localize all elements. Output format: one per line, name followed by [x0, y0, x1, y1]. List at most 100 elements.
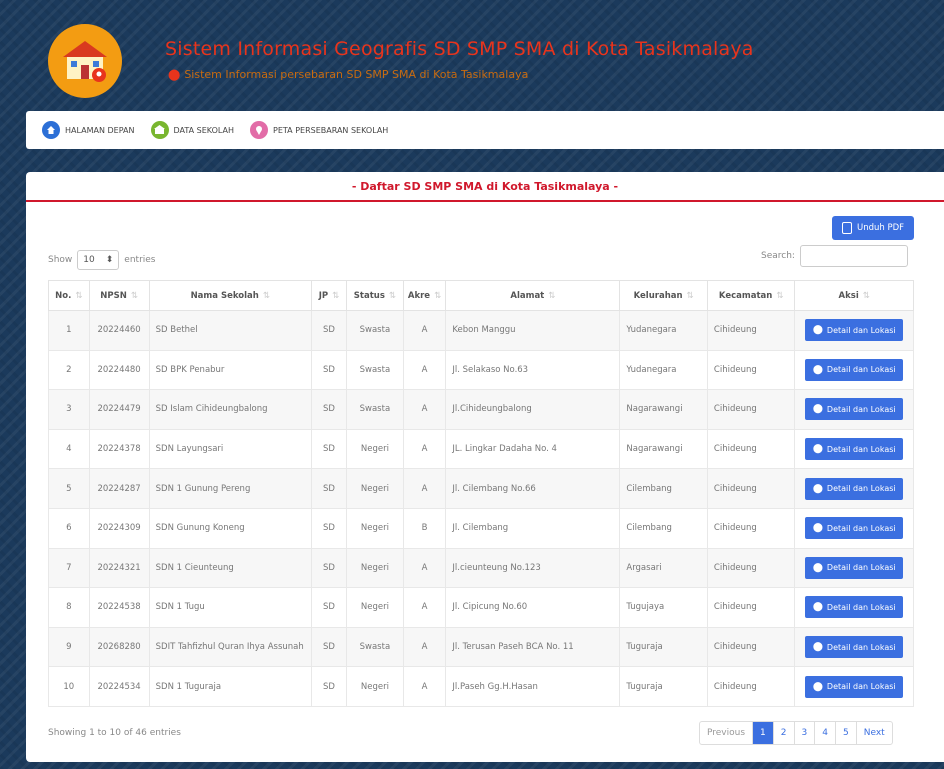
pagination-page-5[interactable]: 5 [836, 722, 857, 744]
site-subtitle-text: Sistem Informasi persebaran SD SMP SMA d… [184, 68, 529, 81]
table-cell-no: 3 [48, 389, 90, 430]
table-cell-akre: A [402, 389, 447, 430]
table-cell-kelurahan: Argasari [619, 547, 708, 589]
schools-table: No. ⇅ NPSN ⇅ Nama Sekolah ⇅ JP ⇅ Status ⇅ Akr… [48, 280, 914, 707]
school-icon [150, 121, 169, 139]
header: Sistem Informasi Geografis SD SMP SMA di… [0, 0, 944, 110]
table-cell-aksi: ⬤ Detail dan Lokasi [794, 547, 914, 589]
col-header-status[interactable]: Status ⇅ [346, 280, 404, 311]
nav-data-sekolah[interactable]: DATA SEKOLAH [150, 121, 234, 139]
detail-location-button[interactable]: ⬤ Detail dan Lokasi [805, 636, 904, 659]
search-input[interactable] [799, 245, 908, 267]
map-marker-icon: ⬤ [812, 523, 823, 534]
pagination-next[interactable]: Next [857, 722, 892, 744]
col-header-npsn[interactable]: NPSN ⇅ [88, 280, 150, 311]
table-cell-nama-sekolah: SD BPK Penabur [148, 349, 312, 391]
map-marker-icon: ⬤ [168, 68, 181, 81]
table-cell-status: Negeri [346, 507, 404, 549]
table-cell-no: 9 [48, 626, 90, 668]
col-header-kecamatan[interactable]: Kecamatan ⇅ [706, 280, 796, 311]
search-control: Search: [761, 245, 908, 267]
pagination-page-1[interactable]: 1 [753, 722, 774, 744]
table-cell-no: 6 [48, 507, 90, 549]
table-cell-status: Negeri [346, 587, 404, 628]
table-cell-jp: SD [310, 428, 348, 470]
pagination-page-3[interactable]: 3 [795, 722, 816, 744]
table-cell-npsn: 20224321 [88, 547, 150, 589]
table-cell-no: 2 [48, 349, 90, 391]
table-row: 2 20224480 SD BPK Penabur SD Swasta A Jl. Sela… [48, 349, 914, 391]
table-cell-aksi: ⬤ Detail dan Lokasi [794, 349, 914, 391]
navbar: HALAMAN DEPAN DATA SEKOLAH PETA PERSEBAR… [26, 111, 944, 149]
col-header-no[interactable]: No. ⇅ [48, 280, 90, 311]
entries-select-value: 10 [83, 255, 95, 265]
table-row: 4 20224378 SDN Layungsari SD Negeri A JL. Ling… [48, 428, 914, 470]
nav-home[interactable]: HALAMAN DEPAN [42, 121, 135, 139]
table-cell-akre: A [402, 310, 447, 351]
map-marker-icon: ⬤ [812, 404, 823, 415]
table-cell-npsn: 20224479 [88, 389, 150, 430]
detail-location-button[interactable]: ⬤ Detail dan Lokasi [805, 596, 904, 619]
site-subtitle: ⬤ Sistem Informasi persebaran SD SMP SMA … [168, 68, 528, 81]
table-cell-npsn: 20224460 [88, 310, 150, 351]
pdf-icon [841, 222, 852, 234]
table-cell-aksi: ⬤ Detail dan Lokasi [794, 310, 914, 351]
col-header-akre[interactable]: Akre ⇅ [402, 280, 447, 311]
detail-location-button[interactable]: ⬤ Detail dan Lokasi [805, 556, 904, 579]
col-header-nama-sekolah[interactable]: Nama Sekolah ⇅ [148, 280, 312, 311]
detail-location-button[interactable]: ⬤ Detail dan Lokasi [805, 477, 904, 500]
table-cell-akre: A [402, 547, 447, 589]
map-marker-icon: ⬤ [812, 325, 823, 336]
detail-location-button[interactable]: ⬤ Detail dan Lokasi [805, 358, 904, 381]
table-cell-no: 7 [48, 547, 90, 589]
col-header-aksi[interactable]: Aksi ⇅ [794, 280, 914, 311]
table-cell-jp: SD [310, 626, 348, 668]
table-cell-status: Negeri [346, 468, 404, 509]
table-cell-jp: SD [310, 389, 348, 430]
nav-peta-persebaran[interactable]: PETA PERSEBARAN SEKOLAH [250, 121, 388, 139]
table-cell-aksi: ⬤ Detail dan Lokasi [794, 389, 914, 430]
col-header-kelurahan[interactable]: Kelurahan ⇅ [619, 280, 708, 311]
table-cell-kelurahan: Cilembang [619, 507, 708, 549]
col-header-jp[interactable]: JP ⇅ [310, 280, 348, 311]
table-cell-nama-sekolah: SDIT Tahfizhul Quran Ihya Assunah [148, 626, 312, 668]
table-cell-kelurahan: Yudanegara [619, 349, 708, 391]
sort-icon: ⇅ [434, 290, 442, 301]
table-cell-no: 1 [48, 310, 90, 351]
table-cell-kecamatan: Cihideung [706, 389, 796, 430]
pagination-previous[interactable]: Previous [700, 722, 754, 744]
detail-location-label: Detail dan Lokasi [826, 325, 896, 335]
table-cell-kecamatan: Cihideung [706, 468, 796, 509]
detail-location-label: Detail dan Lokasi [826, 444, 896, 454]
school-logo-icon [48, 24, 122, 98]
table-cell-kelurahan: Yudanegara [619, 310, 708, 351]
table-cell-nama-sekolah: SD Islam Cihideungbalong [148, 389, 312, 430]
detail-location-button[interactable]: ⬤ Detail dan Lokasi [805, 517, 904, 540]
detail-location-button[interactable]: ⬤ Detail dan Lokasi [805, 675, 904, 698]
table-cell-alamat: Jl. Terusan Paseh BCA No. 11 [445, 626, 621, 668]
download-pdf-button[interactable]: Unduh PDF [832, 216, 914, 240]
detail-location-button[interactable]: ⬤ Detail dan Lokasi [805, 319, 904, 342]
sort-icon: ⇅ [262, 290, 270, 301]
pagination-page-4[interactable]: 4 [815, 722, 836, 744]
table-cell-jp: SD [310, 587, 348, 628]
table-cell-alamat: Kebon Manggu [445, 310, 621, 351]
map-marker-icon: ⬤ [812, 602, 823, 613]
detail-location-label: Detail dan Lokasi [826, 484, 896, 494]
table-cell-kelurahan: Nagarawangi [619, 428, 708, 470]
table-cell-no: 8 [48, 587, 90, 628]
table-info: Showing 1 to 10 of 46 entries [48, 728, 181, 738]
map-marker-icon: ⬤ [812, 364, 823, 375]
map-marker-icon: ⬤ [812, 562, 823, 573]
table-cell-no: 10 [48, 666, 90, 707]
col-header-alamat[interactable]: Alamat ⇅ [445, 280, 621, 311]
table-cell-kelurahan: Tuguraja [619, 626, 708, 668]
pagination-page-2[interactable]: 2 [774, 722, 795, 744]
table-cell-aksi: ⬤ Detail dan Lokasi [794, 507, 914, 549]
detail-location-button[interactable]: ⬤ Detail dan Lokasi [805, 438, 904, 461]
entries-select[interactable]: 10 ⬍ [77, 250, 120, 270]
detail-location-button[interactable]: ⬤ Detail dan Lokasi [805, 398, 904, 421]
map-marker-icon: ⬤ [812, 483, 823, 494]
map-marker-icon: ⬤ [812, 642, 823, 653]
table-row: 6 20224309 SDN Gunung Koneng SD Negeri B Jl. C… [48, 507, 914, 549]
